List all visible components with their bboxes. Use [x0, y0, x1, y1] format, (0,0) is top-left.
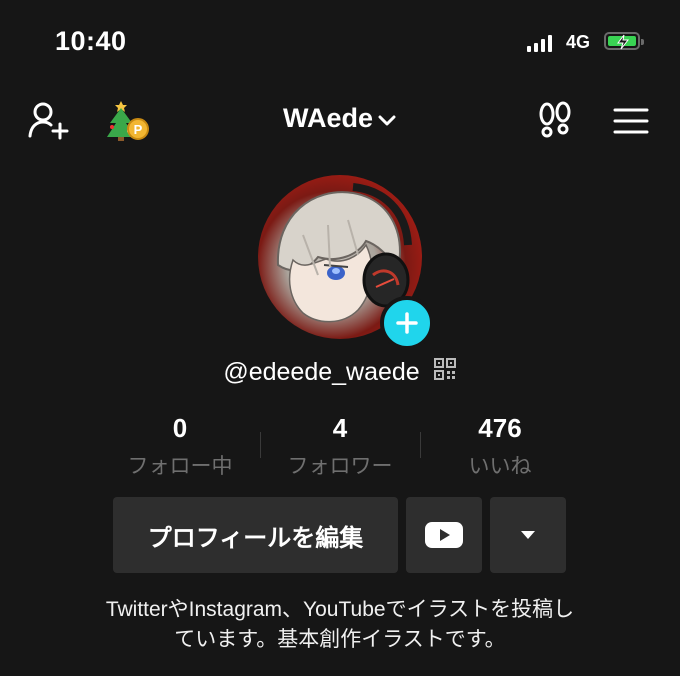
- youtube-icon: [425, 522, 463, 548]
- stat-value: 0: [172, 413, 188, 443]
- more-options-button[interactable]: [490, 497, 566, 573]
- status-time: 10:40: [55, 26, 127, 56]
- chevron-down-icon: [377, 104, 397, 135]
- battery-icon: [604, 32, 644, 50]
- qr-code-icon[interactable]: [433, 357, 457, 388]
- username-switcher[interactable]: WAede: [0, 103, 680, 135]
- stat-label: フォロワー: [287, 455, 393, 478]
- youtube-button[interactable]: [406, 497, 482, 573]
- stat-label: いいね: [468, 455, 532, 478]
- caret-down-icon: [521, 531, 535, 539]
- profile-handle-row: @edeede_waede: [0, 357, 680, 388]
- edit-profile-button[interactable]: プロフィールを編集: [113, 497, 398, 573]
- stat-likes[interactable]: 476 いいね: [420, 413, 580, 480]
- username-title: WAede: [282, 103, 374, 133]
- stat-value: 4: [332, 413, 348, 443]
- footprints-icon[interactable]: [537, 101, 573, 144]
- stat-value: 476: [478, 413, 522, 443]
- bio-line: ています。基本創作イラストです。: [174, 628, 506, 651]
- stat-label: フォロー中: [127, 455, 233, 478]
- plus-icon: [396, 312, 418, 334]
- profile-bio: TwitterやInstagram、YouTubeでイラストを投稿し ています。…: [0, 595, 680, 655]
- stat-followers[interactable]: 4 フォロワー: [260, 413, 420, 480]
- bio-line: TwitterやInstagram、YouTubeでイラストを投稿し: [105, 598, 575, 621]
- signal-icon: [527, 34, 552, 52]
- profile-handle: @edeede_waede: [223, 358, 420, 386]
- stat-following[interactable]: 0 フォロー中: [100, 413, 260, 480]
- menu-icon[interactable]: [613, 107, 649, 140]
- add-avatar-button[interactable]: [380, 296, 434, 350]
- network-type: 4G: [566, 32, 591, 52]
